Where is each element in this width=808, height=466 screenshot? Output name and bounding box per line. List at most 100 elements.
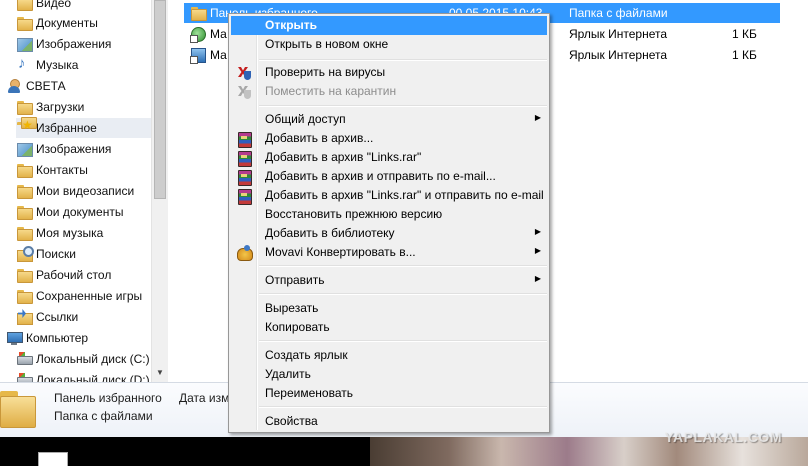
nav-item-my-music[interactable]: Моя музыка	[16, 223, 103, 243]
pictures-library-icon	[16, 36, 33, 52]
menu-item-create-shortcut[interactable]: Создать ярлык	[231, 346, 547, 365]
menu-item-add-links-rar[interactable]: Добавить в архив "Links.rar"	[231, 148, 547, 167]
local-disk-icon	[16, 372, 33, 382]
saved-games-folder-icon	[16, 288, 33, 304]
menu-separator	[259, 105, 547, 107]
menu-item-open[interactable]: Открыть	[231, 16, 547, 35]
menu-item-label: Проверить на вирусы	[265, 65, 386, 79]
navigation-pane: Видео Документы Изображения Музыка СВЕТА…	[0, 0, 168, 382]
menu-item-add-library[interactable]: Добавить в библиотеку ▶	[231, 224, 547, 243]
favorites-folder-icon	[16, 117, 37, 136]
nav-item-disk-d[interactable]: Локальный диск (D:)	[16, 370, 150, 382]
file-type: Папка с файлами	[569, 6, 668, 20]
nav-item-links[interactable]: Ссылки	[16, 307, 78, 327]
movavi-icon	[236, 245, 253, 261]
menu-item-copy[interactable]: Копировать	[231, 318, 547, 337]
nav-item-label: Локальный диск (C:)	[36, 352, 150, 366]
winrar-icon	[236, 169, 252, 186]
folder-icon	[0, 387, 40, 431]
menu-item-open-new-window[interactable]: Открыть в новом окне	[231, 35, 547, 54]
nav-item-my-documents[interactable]: Мои документы	[16, 202, 123, 222]
menu-separator	[259, 59, 547, 61]
nav-item-label: Моя музыка	[36, 226, 104, 240]
file-size: 1 КБ	[732, 27, 757, 41]
antivirus-icon	[236, 84, 252, 100]
menu-item-share[interactable]: Общий доступ ▶	[231, 110, 547, 129]
menu-item-label: Создать ярлык	[265, 348, 348, 362]
menu-item-send-to[interactable]: Отправить ▶	[231, 271, 547, 290]
nav-item-music[interactable]: Музыка	[16, 55, 78, 75]
nav-item-label: Музыка	[36, 58, 79, 72]
nav-item-downloads[interactable]: Загрузки	[16, 97, 84, 117]
menu-item-delete[interactable]: Удалить	[231, 365, 547, 384]
nav-item-my-videos[interactable]: Мои видеозаписи	[16, 181, 134, 201]
menu-item-add-archive[interactable]: Добавить в архив...	[231, 129, 547, 148]
details-name: Панель избранного	[54, 391, 162, 405]
music-folder-icon	[16, 225, 33, 241]
folder-icon	[190, 5, 207, 21]
local-disk-icon	[16, 351, 33, 367]
nav-item-video[interactable]: Видео	[16, 0, 71, 13]
nav-item-label: Поиски	[36, 247, 76, 261]
downloads-folder-icon	[16, 99, 33, 115]
internet-shortcut-icon	[190, 26, 206, 43]
nav-item-favorites[interactable]: Избранное	[16, 117, 151, 138]
video-library-icon	[16, 0, 33, 11]
menu-item-label: Добавить в архив "Links.rar"	[265, 150, 422, 164]
scroll-down-arrow-icon[interactable]: ▼	[152, 364, 168, 380]
document-icon[interactable]	[38, 452, 68, 466]
submenu-arrow-icon: ▶	[534, 113, 541, 122]
file-name: Ма	[210, 48, 227, 62]
file-name: Ма	[210, 27, 227, 41]
menu-item-label: Добавить в архив и отправить по e-mail..…	[265, 169, 496, 183]
submenu-arrow-icon: ▶	[534, 246, 541, 255]
antivirus-icon	[236, 65, 252, 81]
menu-item-label: Восстановить прежнюю версию	[265, 207, 443, 221]
menu-item-movavi-convert[interactable]: Movavi Конвертировать в... ▶	[231, 243, 547, 262]
nav-item-computer[interactable]: Компьютер	[6, 328, 88, 348]
links-folder-icon	[16, 309, 33, 325]
menu-item-label: Добавить в архив...	[265, 131, 374, 145]
menu-item-label: Переименовать	[265, 386, 353, 400]
nav-item-desktop[interactable]: Рабочий стол	[16, 265, 111, 285]
menu-separator	[259, 340, 547, 342]
navigation-scrollbar[interactable]: ▼	[151, 0, 168, 382]
nav-item-label: Сохраненные игры	[36, 289, 143, 303]
nav-item-label: Избранное	[36, 121, 97, 135]
pictures-folder-icon	[16, 141, 33, 157]
watermark: YAPLAKAL.COM	[664, 429, 782, 445]
nav-item-documents[interactable]: Документы	[16, 13, 98, 33]
menu-item-add-links-rar-email[interactable]: Добавить в архив "Links.rar" и отправить…	[231, 186, 547, 205]
menu-separator	[259, 265, 547, 267]
nav-item-saved-games[interactable]: Сохраненные игры	[16, 286, 142, 306]
videos-folder-icon	[16, 183, 33, 199]
nav-item-pictures-folder[interactable]: Изображения	[16, 139, 111, 159]
menu-separator	[259, 406, 547, 408]
nav-item-pictures[interactable]: Изображения	[16, 34, 111, 54]
nav-item-label: Рабочий стол	[36, 268, 112, 282]
menu-item-label: Свойства	[265, 414, 318, 428]
winrar-icon	[236, 150, 252, 167]
menu-item-label: Удалить	[265, 367, 311, 381]
contacts-folder-icon	[16, 162, 33, 178]
menu-item-label: Movavi Конвертировать в...	[265, 245, 416, 259]
nav-item-contacts[interactable]: Контакты	[16, 160, 88, 180]
menu-item-add-archive-email[interactable]: Добавить в архив и отправить по e-mail..…	[231, 167, 547, 186]
file-type: Ярлык Интернета	[569, 27, 668, 41]
nav-item-searches[interactable]: Поиски	[16, 244, 76, 264]
nav-item-label: Контакты	[36, 163, 88, 177]
computer-icon	[6, 330, 23, 346]
desktop-folder-icon	[16, 267, 33, 283]
nav-item-user-sveta[interactable]: СВЕТА	[6, 76, 66, 96]
menu-item-rename[interactable]: Переименовать	[231, 384, 547, 403]
menu-separator	[259, 293, 547, 295]
menu-item-restore-previous[interactable]: Восстановить прежнюю версию	[231, 205, 547, 224]
menu-item-scan-virus[interactable]: Проверить на вирусы	[231, 63, 547, 82]
nav-item-disk-c[interactable]: Локальный диск (C:)	[16, 349, 150, 369]
menu-item-properties[interactable]: Свойства	[231, 412, 547, 431]
nav-item-label: СВЕТА	[26, 79, 66, 93]
menu-item-cut[interactable]: Вырезать	[231, 299, 547, 318]
details-type: Папка с файлами	[54, 409, 153, 423]
scrollbar-thumb[interactable]	[154, 0, 166, 199]
file-size: 1 КБ	[732, 48, 757, 62]
